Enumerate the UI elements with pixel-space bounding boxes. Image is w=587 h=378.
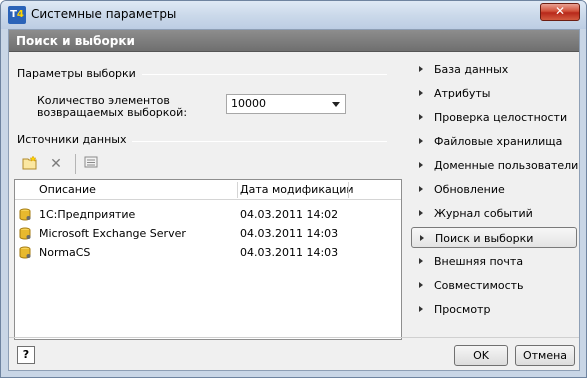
nav-item-label: Журнал событий (434, 207, 533, 220)
nav-item-label: Совместимость (434, 279, 524, 292)
properties-icon (84, 156, 98, 168)
chevron-right-icon (419, 210, 423, 216)
help-icon: ? (22, 348, 30, 361)
table-row[interactable]: NormaCS 04.03.2011 14:03 (15, 244, 401, 262)
chevron-right-icon (419, 258, 423, 264)
page-title: Поиск и выборки (9, 30, 579, 52)
database-icon (19, 208, 31, 221)
nav-item-label: Просмотр (434, 303, 491, 316)
row-date: 04.03.2011 14:03 (240, 246, 339, 259)
nav-item-label: Проверка целостности (434, 111, 568, 124)
chevron-right-icon (419, 114, 423, 120)
count-label-line2: возвращаемых выборкой: (37, 106, 188, 119)
data-sources-table[interactable]: Описание Дата модификации 1С:Предприятие… (14, 179, 402, 340)
new-folder-icon (22, 155, 37, 170)
chevron-right-icon (419, 90, 423, 96)
nav-item-search[interactable]: Поиск и выборки (411, 227, 577, 248)
chevron-right-icon (419, 186, 423, 192)
nav-item-external-mail[interactable]: Внешняя почта (411, 251, 577, 272)
database-icon (19, 246, 31, 259)
properties-button[interactable] (82, 155, 100, 173)
count-select-value: 10000 (231, 97, 266, 110)
nav-item-compatibility[interactable]: Совместимость (411, 275, 577, 296)
nav-item-label: Поиск и выборки (435, 232, 534, 245)
help-button[interactable]: ? (17, 346, 35, 364)
chevron-right-icon (419, 306, 423, 312)
chevron-down-icon[interactable] (332, 102, 340, 107)
nav-item-label: Атрибуты (434, 87, 491, 100)
table-header: Описание Дата модификации (15, 180, 401, 200)
column-header-description[interactable]: Описание (39, 183, 96, 196)
app-icon: T4 (8, 6, 26, 24)
window-title: Системные параметры (31, 7, 177, 21)
chevron-right-icon (419, 138, 423, 144)
nav-item-label: Доменные пользователи (434, 159, 579, 172)
database-icon (19, 227, 31, 240)
footer-divider (9, 337, 579, 338)
column-divider[interactable] (237, 182, 238, 198)
row-name: NormaCS (39, 246, 91, 259)
nav-item-file-storage[interactable]: Файловые хранилища (411, 131, 577, 152)
nav-item-label: Внешняя почта (434, 255, 524, 268)
nav-item-attributes[interactable]: Атрибуты (411, 83, 577, 104)
column-header-modified[interactable]: Дата модификации (240, 183, 354, 196)
toolbar-separator (75, 154, 76, 174)
row-name: 1С:Предприятие (39, 208, 136, 221)
title-bar[interactable]: T4 Системные параметры ✕ (1, 1, 586, 29)
chevron-right-icon (420, 235, 424, 241)
close-button[interactable]: ✕ (540, 3, 580, 21)
dialog-client: Поиск и выборки Параметры выборки Количе… (8, 29, 580, 371)
selection-params-title: Параметры выборки (17, 67, 142, 80)
count-label: Количество элементов возвращаемых выборк… (37, 95, 207, 119)
delete-source-button[interactable]: ✕ (47, 155, 65, 173)
data-sources-title: Источники данных (17, 133, 133, 146)
nav-item-label: Обновление (434, 183, 505, 196)
delete-icon: ✕ (50, 156, 62, 172)
column-divider[interactable] (348, 182, 349, 198)
nav-item-event-log[interactable]: Журнал событий (411, 203, 577, 224)
nav-item-label: Файловые хранилища (434, 135, 563, 148)
nav-item-domain-users[interactable]: Доменные пользователи (411, 155, 579, 176)
nav-item-integrity-check[interactable]: Проверка целостности (411, 107, 577, 128)
table-row[interactable]: 1С:Предприятие 04.03.2011 14:02 (15, 206, 401, 224)
row-date: 04.03.2011 14:02 (240, 208, 339, 221)
settings-window: T4 Системные параметры ✕ Поиск и выборки… (0, 0, 587, 378)
nav-item-label: База данных (434, 63, 509, 76)
table-row[interactable]: Microsoft Exchange Server 04.03.2011 14:… (15, 225, 401, 243)
ok-button[interactable]: OK (454, 345, 508, 366)
count-select[interactable]: 10000 (226, 94, 346, 114)
chevron-right-icon (419, 282, 423, 288)
chevron-right-icon (419, 162, 423, 168)
cancel-button[interactable]: Отмена (515, 345, 575, 366)
chevron-right-icon (419, 66, 423, 72)
nav-item-update[interactable]: Обновление (411, 179, 577, 200)
nav-item-database[interactable]: База данных (411, 59, 577, 80)
nav-item-view[interactable]: Просмотр (411, 299, 577, 320)
row-date: 04.03.2011 14:03 (240, 227, 339, 240)
new-source-button[interactable] (21, 155, 39, 173)
row-name: Microsoft Exchange Server (39, 227, 186, 240)
